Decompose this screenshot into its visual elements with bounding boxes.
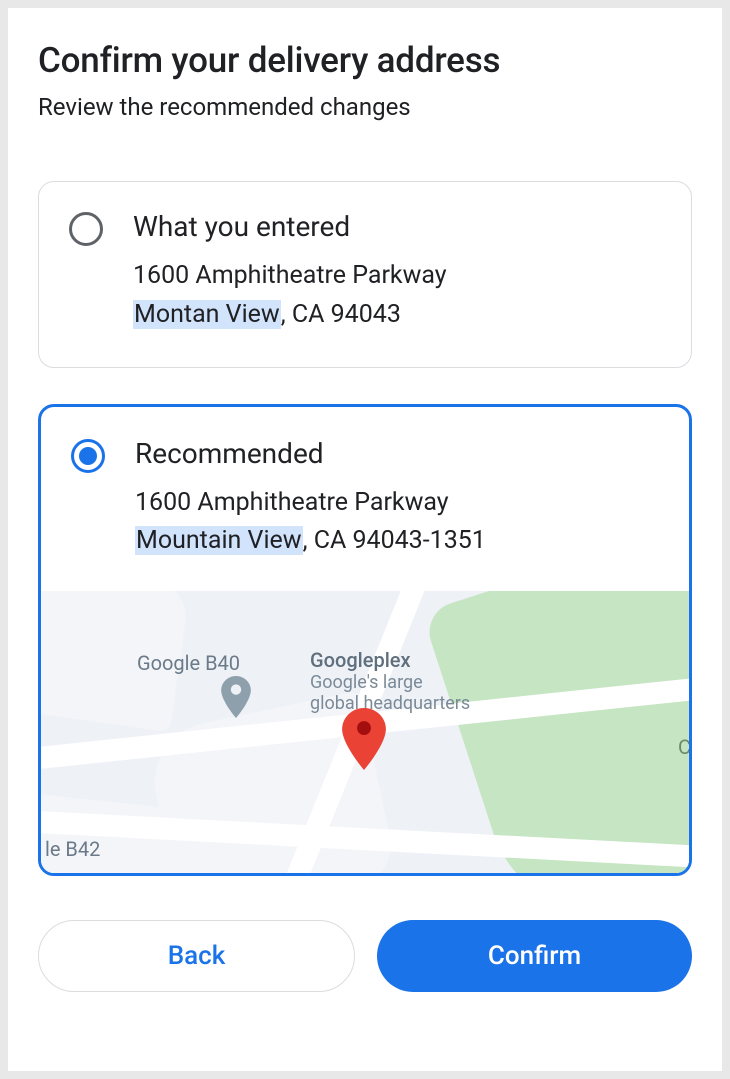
map-preview: Google B40 Googleplex Google's large glo… [41, 591, 689, 873]
entered-address-line2: Montan View, CA 94043 [133, 296, 661, 335]
confirm-address-dialog: Confirm your delivery address Review the… [8, 8, 722, 1071]
option-entered-label: What you entered [133, 210, 661, 243]
map-label-edge: C [678, 735, 689, 759]
radio-checked-icon[interactable] [71, 439, 105, 473]
map-pin-gray-icon [221, 676, 251, 718]
option-recommended-body: Recommended 1600 Amphitheatre Parkway Mo… [135, 437, 659, 562]
entered-address-line1: 1600 Amphitheatre Parkway [133, 257, 661, 296]
map-pin-red-icon [341, 708, 387, 770]
recommended-address-rest: , CA 94043-1351 [303, 526, 486, 555]
radio-unchecked-icon[interactable] [69, 212, 103, 246]
recommended-address-line2: Mountain View, CA 94043-1351 [135, 522, 659, 561]
map-label-google-b40: Google B40 [137, 651, 240, 675]
option-entered-body: What you entered 1600 Amphitheatre Parkw… [133, 210, 661, 335]
dialog-actions: Back Confirm [38, 920, 692, 992]
recommended-city-highlight: Mountain View [135, 526, 303, 555]
entered-city-highlight: Montan View [133, 300, 281, 329]
confirm-button[interactable]: Confirm [377, 920, 692, 992]
entered-address-rest: , CA 94043 [281, 300, 401, 329]
dialog-title: Confirm your delivery address [38, 40, 692, 81]
option-recommended[interactable]: Recommended 1600 Amphitheatre Parkway Mo… [38, 404, 692, 877]
dialog-subtitle: Review the recommended changes [38, 93, 692, 121]
map-label-b42: le B42 [45, 837, 100, 861]
map-label-googleplex: Googleplex [310, 648, 411, 672]
back-button[interactable]: Back [38, 920, 355, 992]
map-park-shape [422, 591, 689, 873]
recommended-address-line1: 1600 Amphitheatre Parkway [135, 484, 659, 523]
option-entered[interactable]: What you entered 1600 Amphitheatre Parkw… [38, 181, 692, 368]
map-label-googleplex-sub: Google's large global headquarters [310, 673, 470, 714]
option-recommended-label: Recommended [135, 437, 659, 470]
